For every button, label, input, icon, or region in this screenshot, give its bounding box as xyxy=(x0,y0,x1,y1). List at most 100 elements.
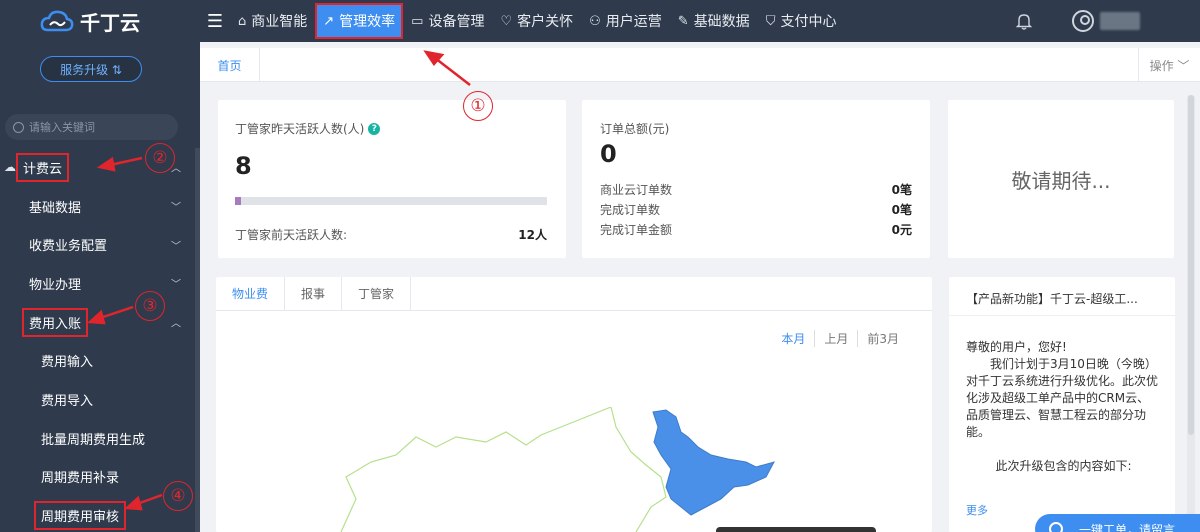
progress-fill xyxy=(235,197,242,205)
sidebar-item-label: 收费业务配置 xyxy=(29,239,108,255)
nav-item-label: 管理效率 xyxy=(339,14,396,30)
coming-soon-text: 敬请期待... xyxy=(1011,168,1111,193)
notice-card: 【产品新功能】千丁云-超级工... 尊敬的用户，您好! 我们计划于3月10日晚（… xyxy=(949,277,1175,532)
bell-icon[interactable] xyxy=(1012,9,1036,33)
nav-item-customer-care[interactable]: ♡ 客户关怀 xyxy=(492,0,581,42)
device-icon: ▭ xyxy=(411,13,424,29)
sidebar-item-label: 物业办理 xyxy=(29,277,82,293)
notice-more-link[interactable]: 更多 xyxy=(966,502,988,518)
search-placeholder: 请输入关键词 xyxy=(29,121,95,134)
sidebar-item-property-handling[interactable]: 物业办理 ﹀ xyxy=(0,264,195,303)
message-icon xyxy=(1049,522,1063,532)
sidebar-item-label: 批量周期费用生成 xyxy=(41,432,146,448)
quick-ticket-button[interactable]: 一键工单，请留言 xyxy=(1035,514,1200,532)
top-navbar: 千丁云 ☰ ⌂ 商业智能 ↗ 管理效率 ▭ 设备管理 ♡ 客户关怀 ⚇ 用户运营… xyxy=(0,0,1200,42)
chevron-down-icon: ﹀ xyxy=(171,241,181,253)
orders-row-label: 完成订单数 xyxy=(600,202,661,217)
top-nav: ⌂ 商业智能 ↗ 管理效率 ▭ 设备管理 ♡ 客户关怀 ⚇ 用户运营 ✎ 基础数… xyxy=(230,0,844,42)
orders-row-label: 完成订单金额 xyxy=(600,222,673,237)
sidebar-item-charge-config[interactable]: 收费业务配置 ﹀ xyxy=(0,225,195,264)
orders-row-value: 0元 xyxy=(891,222,912,237)
search-icon xyxy=(13,121,24,133)
sidebar-item-batch-periodic-fee[interactable]: 批量周期费用生成 xyxy=(0,419,195,458)
tab-property-fee[interactable]: 物业费 xyxy=(216,277,286,310)
topbar-right xyxy=(1012,0,1200,42)
active-users-title: 丁管家昨天活跃人数(人) xyxy=(235,122,365,136)
username-redacted[interactable] xyxy=(1100,12,1140,30)
avatar-icon[interactable] xyxy=(1072,10,1094,32)
wrench-icon: ✎ xyxy=(677,13,689,29)
period-this-month[interactable]: 本月 xyxy=(772,330,814,347)
shield-icon: ⛉ xyxy=(765,13,776,29)
tab-home[interactable]: 首页 xyxy=(200,48,260,82)
chevron-down-icon: ﹀ xyxy=(171,279,181,291)
logo[interactable]: 千丁云 xyxy=(0,0,200,42)
annotation-3: ③ xyxy=(135,291,165,321)
sidebar-menu: ☁ 计费云 ︿ 基础数据 ﹀ 收费业务配置 ﹀ 物业办理 ﹀ 费用入账 ︿ 费用… xyxy=(0,148,195,532)
sidebar-item-label: 计费云 xyxy=(15,152,70,182)
sidebar-item-basic-data[interactable]: 基础数据 ﹀ xyxy=(0,187,195,226)
notice-text: 我们计划于3月10日晚（今晚）对千丁云系统进行升级优化。此次优化涉及超级工单产品… xyxy=(966,357,1159,439)
annotation-4: ④ xyxy=(163,481,193,511)
tab-report[interactable]: 报事 xyxy=(285,277,343,310)
cloud-money-icon: ☁ xyxy=(4,160,16,175)
orders-total-value: 0 xyxy=(600,140,617,168)
orders-row: 完成订单数 0笔 xyxy=(600,199,912,219)
notice-title[interactable]: 【产品新功能】千丁云-超级工... xyxy=(966,290,1138,307)
scrollbar-thumb[interactable] xyxy=(1188,95,1194,435)
nav-item-label: 基础数据 xyxy=(693,14,750,30)
sidebar: 服务升级 ⇅ 请输入关键词 ☁ 计费云 ︿ 基础数据 ﹀ 收费业务配置 ﹀ 物业… xyxy=(0,42,200,532)
active-users-progress-bar xyxy=(235,197,547,205)
chevron-up-icon: ︿ xyxy=(171,318,181,330)
map-outline xyxy=(340,407,667,532)
nav-item-user-operations[interactable]: ⚇ 用户运营 xyxy=(581,0,670,42)
map-heilongjiang xyxy=(652,409,775,516)
orders-row-value: 0笔 xyxy=(891,182,912,197)
orders-title: 订单总额(元) xyxy=(600,122,670,136)
sidebar-item-fee-posting[interactable]: 费用入账 ︿ xyxy=(0,303,195,342)
nav-item-basic-data[interactable]: ✎ 基础数据 xyxy=(670,0,758,42)
building-icon: ⌂ xyxy=(238,13,247,29)
china-map[interactable] xyxy=(336,407,796,532)
active-users-card: 丁管家昨天活跃人数(人) ? 8 丁管家前天活跃人数: 12人 xyxy=(218,100,566,258)
chevron-down-icon: ﹀ xyxy=(171,202,181,214)
map-card-tabs: 物业费 报事 丁管家 xyxy=(216,277,932,311)
cloud-logo-icon xyxy=(40,10,74,32)
heart-icon: ♡ xyxy=(500,13,513,29)
orders-card: 订单总额(元) 0 商业云订单数 0笔 完成订单数 0笔 完成订单金额 0元 xyxy=(582,100,930,258)
nav-item-business-intelligence[interactable]: ⌂ 商业智能 xyxy=(230,0,315,42)
menu-toggle-icon[interactable]: ☰ xyxy=(200,0,230,42)
logo-text: 千丁云 xyxy=(80,10,140,35)
nav-item-label: 用户运营 xyxy=(605,14,662,30)
orders-row: 商业云订单数 0笔 xyxy=(600,179,912,199)
period-selector: 本月 上月 前3月 xyxy=(772,330,908,347)
sidebar-search-input[interactable]: 请输入关键词 xyxy=(5,114,178,140)
prev-active-label: 丁管家前天活跃人数: xyxy=(235,228,348,242)
sidebar-item-label: 费用入账 xyxy=(21,307,89,337)
service-upgrade-button[interactable]: 服务升级 ⇅ xyxy=(40,56,142,82)
nav-item-label: 客户关怀 xyxy=(517,14,574,30)
nav-item-payment-center[interactable]: ⛉ 支付中心 xyxy=(758,0,845,42)
coming-soon-card: 敬请期待... xyxy=(948,100,1174,258)
nav-item-device-management[interactable]: ▭ 设备管理 xyxy=(403,0,492,42)
orders-rows: 商业云订单数 0笔 完成订单数 0笔 完成订单金额 0元 xyxy=(600,179,912,239)
main-scrollbar[interactable] xyxy=(1187,95,1195,532)
sidebar-item-label: 周期费用审核 xyxy=(33,501,127,531)
map-card: 物业费 报事 丁管家 本月 上月 前3月 xyxy=(216,277,932,532)
notice-greeting: 尊敬的用户，您好! xyxy=(966,340,1067,354)
period-last-month[interactable]: 上月 xyxy=(814,330,857,347)
sidebar-scrollbar[interactable] xyxy=(195,148,200,532)
notice-body: 尊敬的用户，您好! 我们计划于3月10日晚（今晚）对千丁云系统进行升级优化。此次… xyxy=(966,339,1161,475)
orders-row-label: 商业云订单数 xyxy=(600,182,673,197)
period-last-3-months[interactable]: 前3月 xyxy=(857,330,908,347)
map-tooltip xyxy=(716,527,876,532)
tab-dingguanjia[interactable]: 丁管家 xyxy=(342,277,412,310)
help-icon[interactable]: ? xyxy=(368,122,381,135)
sidebar-item-fee-import[interactable]: 费用导入 xyxy=(0,380,195,419)
orders-row: 完成订单金额 0元 xyxy=(600,219,912,239)
sidebar-item-label: 周期费用补录 xyxy=(41,471,120,487)
operations-dropdown[interactable]: 操作 ﹀ xyxy=(1138,48,1200,82)
sidebar-item-fee-input[interactable]: 费用输入 xyxy=(0,341,195,380)
user-ops-icon: ⚇ xyxy=(589,13,601,29)
nav-item-management-efficiency[interactable]: ↗ 管理效率 xyxy=(315,3,404,39)
